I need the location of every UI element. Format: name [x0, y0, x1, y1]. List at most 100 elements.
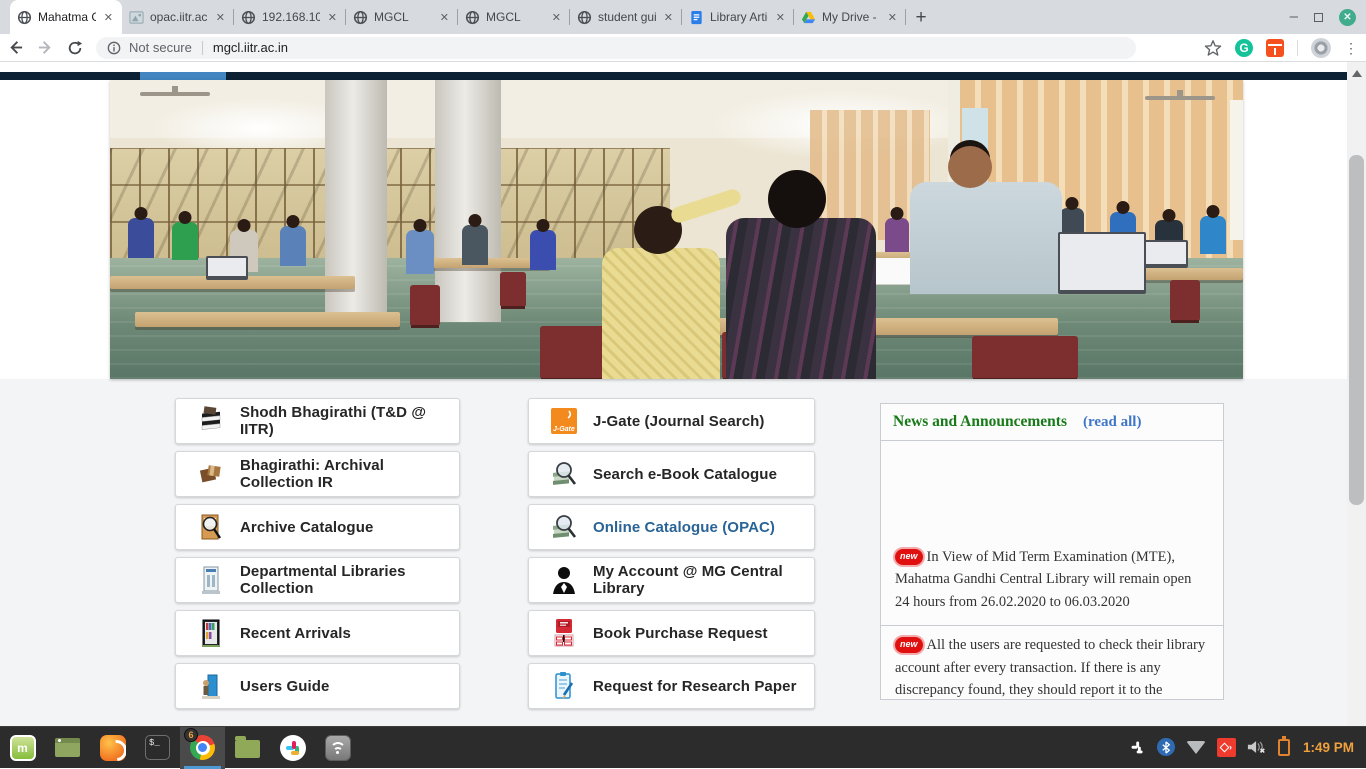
slack-tray-icon[interactable]	[1129, 739, 1146, 756]
news-item: newIn View of Mid Term Examination (MTE)…	[881, 538, 1223, 626]
tab-ip-address[interactable]: 192.168.105.14 ✕	[234, 0, 346, 34]
tab-mgcl-1[interactable]: MGCL ✕	[346, 0, 458, 34]
news-item: newAll the users are requested to check …	[881, 626, 1223, 700]
link-bhagirathi-archival[interactable]: Bhagirathi: Archival Collection IR	[175, 451, 460, 497]
tab-title: MGCL	[486, 10, 544, 24]
news-header: News and Announcements (read all)	[881, 404, 1223, 441]
scrollbar-thumb[interactable]	[1349, 155, 1364, 505]
taskbar-chrome-button[interactable]: 6	[180, 727, 225, 769]
tab-close-icon[interactable]: ✕	[438, 11, 451, 24]
browser-tab-strip: Mahatma Gand ✕ opac.iitr.ac.in:8 ✕ 192.1…	[0, 0, 1366, 34]
link-opac[interactable]: Online Catalogue (OPAC)	[528, 504, 815, 550]
bluetooth-icon[interactable]	[1157, 738, 1175, 756]
reload-button[interactable]	[60, 40, 90, 56]
url-text[interactable]: mgcl.iitr.ac.in	[213, 40, 288, 55]
system-tray: › 1:49 PM	[1129, 726, 1362, 768]
link-book-purchase[interactable]: Book Purchase Request	[528, 610, 815, 656]
taskbar-mint-menu-button[interactable]: m	[0, 727, 45, 769]
tab-mahatma-gandhi[interactable]: Mahatma Gand ✕	[10, 0, 122, 34]
tab-title: student guide	[598, 10, 656, 24]
tab-my-drive[interactable]: My Drive - Goo ✕	[794, 0, 906, 34]
taskbar-terminal-button[interactable]: $_	[135, 727, 180, 769]
restore-button[interactable]	[1314, 13, 1323, 22]
link-departmental-libraries[interactable]: Departmental Libraries Collection	[175, 557, 460, 603]
bookmark-star-icon[interactable]	[1204, 39, 1222, 57]
globe-icon	[353, 10, 368, 25]
taskbar-slack-button[interactable]	[270, 727, 315, 769]
quick-link-label: Users Guide	[240, 678, 329, 695]
tab-close-icon[interactable]: ✕	[886, 11, 899, 24]
new-badge-icon: new	[895, 637, 923, 653]
taskbar-show-desktop-button[interactable]	[45, 727, 90, 769]
desktop-icon	[55, 738, 80, 757]
quick-link-label: Request for Research Paper	[593, 678, 797, 695]
bookshelf-icon	[196, 617, 226, 649]
back-button[interactable]	[0, 39, 30, 56]
globe-icon	[17, 10, 32, 25]
quick-link-label: Departmental Libraries Collection	[240, 563, 459, 597]
chrome-notification-badge: 6	[184, 728, 198, 742]
image-icon	[129, 10, 144, 25]
clock[interactable]: 1:49 PM	[1303, 740, 1354, 755]
news-item-text: In View of Mid Term Examination (MTE), M…	[895, 549, 1191, 610]
tab-close-icon[interactable]: ✕	[326, 11, 339, 24]
tab-student-guide[interactable]: student guide ✕	[570, 0, 682, 34]
terminal-icon: $_	[145, 735, 170, 760]
new-tab-button[interactable]: +	[906, 4, 936, 32]
quick-link-label: Search e-Book Catalogue	[593, 466, 777, 483]
tab-close-icon[interactable]: ✕	[214, 11, 227, 24]
news-title: News and Announcements	[893, 413, 1067, 431]
mint-logo-icon: m	[10, 735, 36, 761]
minimize-button[interactable]: –	[1290, 12, 1298, 22]
quick-link-label: J-Gate (Journal Search)	[593, 413, 765, 430]
grammarly-extension-icon[interactable]: G	[1235, 39, 1253, 57]
window-controls: – ✕	[1290, 0, 1356, 34]
toolbar-right-icons: G ⋮	[1204, 34, 1358, 62]
anydesk-icon[interactable]: ›	[1217, 738, 1236, 757]
tab-opac[interactable]: opac.iitr.ac.in:8 ✕	[122, 0, 234, 34]
link-recent-arrivals[interactable]: Recent Arrivals	[175, 610, 460, 656]
page-scrollbar[interactable]	[1347, 62, 1366, 726]
tab-close-icon[interactable]: ✕	[774, 11, 787, 24]
wifi-tray-icon[interactable]	[1186, 741, 1206, 754]
link-archive-catalogue[interactable]: Archive Catalogue	[175, 504, 460, 550]
tab-title: Library Article D	[710, 10, 768, 24]
tab-title: My Drive - Goo	[822, 10, 880, 24]
taskbar-firefox-button[interactable]	[90, 727, 135, 769]
forward-arrow-icon	[37, 39, 54, 56]
news-read-all-link[interactable]: (read all)	[1083, 414, 1141, 431]
link-users-guide[interactable]: Users Guide	[175, 663, 460, 709]
link-my-account[interactable]: My Account @ MG Central Library	[528, 557, 815, 603]
link-jgate[interactable]: J-Gate J-Gate (Journal Search)	[528, 398, 815, 444]
tab-mgcl-2[interactable]: MGCL ✕	[458, 0, 570, 34]
taskbar-files-button[interactable]	[225, 727, 270, 769]
battery-icon[interactable]	[1278, 739, 1290, 756]
new-badge-icon: new	[895, 549, 923, 565]
quick-link-label: Book Purchase Request	[593, 625, 768, 642]
globe-icon	[241, 10, 256, 25]
tab-library-article[interactable]: Library Article D ✕	[682, 0, 794, 34]
close-button[interactable]: ✕	[1339, 9, 1356, 26]
scroll-up-arrow-icon[interactable]	[1352, 70, 1362, 77]
tab-title: MGCL	[374, 10, 432, 24]
quick-link-label: My Account @ MG Central Library	[593, 563, 814, 597]
jgate-icon: J-Gate	[549, 405, 579, 437]
security-label[interactable]: Not secure	[129, 40, 192, 55]
tab-close-icon[interactable]: ✕	[102, 11, 115, 24]
tab-close-icon[interactable]: ✕	[662, 11, 675, 24]
news-panel: News and Announcements (read all) newIn …	[880, 403, 1224, 700]
globe-icon	[465, 10, 480, 25]
profile-avatar[interactable]	[1311, 38, 1331, 58]
link-shodh-bhagirathi[interactable]: Shodh Bhagirathi (T&D @ IITR)	[175, 398, 460, 444]
forward-button[interactable]	[30, 39, 60, 56]
link-research-paper[interactable]: Request for Research Paper	[528, 663, 815, 709]
site-nav-active-item[interactable]	[140, 72, 226, 80]
tab-close-icon[interactable]: ✕	[550, 11, 563, 24]
link-ebook-catalogue[interactable]: Search e-Book Catalogue	[528, 451, 815, 497]
orange-extension-icon[interactable]	[1266, 39, 1284, 57]
ebook-search-icon	[549, 458, 579, 490]
address-bar[interactable]: Not secure mgcl.iitr.ac.in	[96, 37, 1136, 59]
menu-dots-icon[interactable]: ⋮	[1344, 45, 1358, 51]
volume-muted-icon[interactable]	[1247, 739, 1267, 755]
taskbar-network-app-button[interactable]	[315, 727, 360, 769]
